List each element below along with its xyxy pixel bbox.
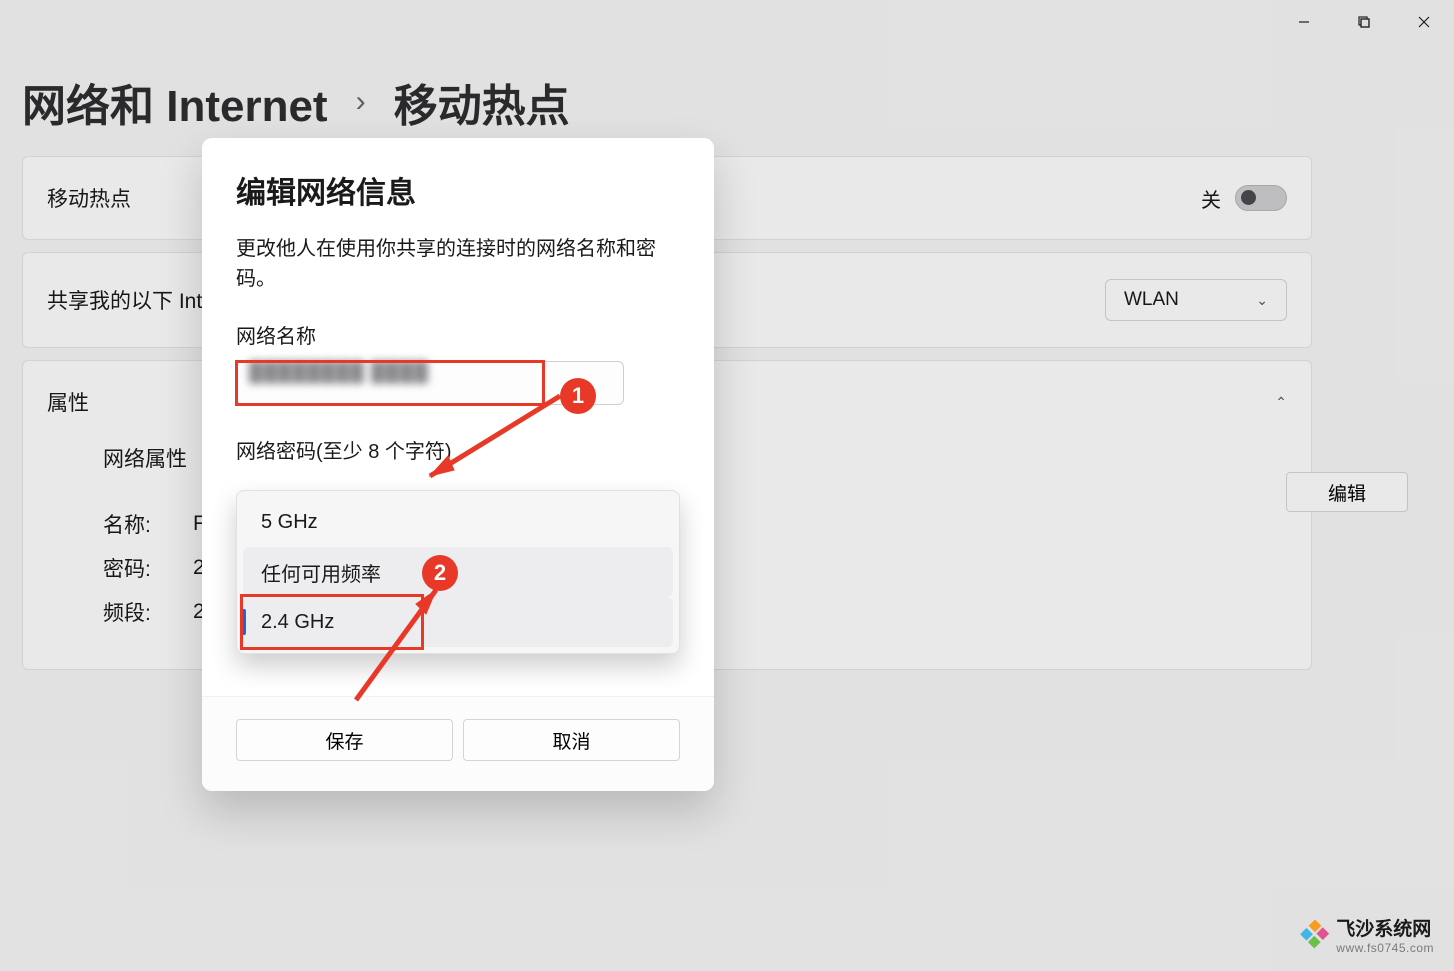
dialog-description: 更改他人在使用你共享的连接时的网络名称和密码。 [236,234,680,294]
annotation-arrow-1 [420,366,570,491]
dialog-title: 编辑网络信息 [236,168,680,212]
band-dropdown-open: 5 GHz 任何可用频率 2.4 GHz [236,490,680,654]
watermark-logo-icon [1300,919,1331,950]
band-option-5ghz[interactable]: 5 GHz [243,497,673,547]
cancel-button[interactable]: 取消 [463,719,680,761]
save-button[interactable]: 保存 [236,719,453,761]
annotation-arrow-2 [336,570,456,715]
watermark-url: www.fs0745.com [1336,941,1434,955]
watermark-brand: 飞沙系统网 [1336,919,1431,940]
watermark: 飞沙系统网 www.fs0745.com [1304,914,1434,955]
band-option-24ghz[interactable]: 2.4 GHz [243,597,673,647]
network-name-label: 网络名称 [236,320,680,349]
dialog-footer: 保存 取消 [202,696,714,791]
network-name-value: ████████ ████ [249,362,429,383]
band-option-any[interactable]: 任何可用频率 [243,547,673,597]
